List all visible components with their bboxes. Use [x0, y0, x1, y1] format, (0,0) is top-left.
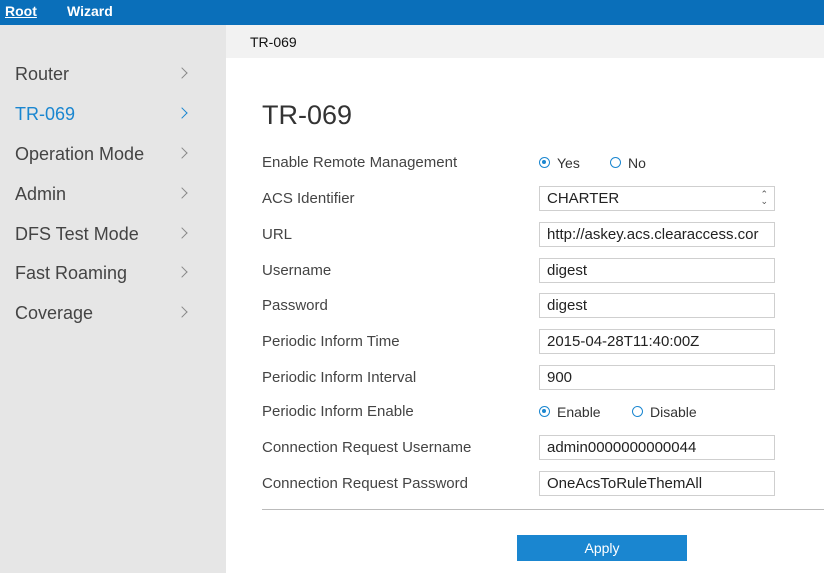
- sidebar-item-label: DFS Test Mode: [15, 224, 139, 244]
- connection-request-username-label: Connection Request Username: [262, 439, 472, 456]
- url-label: URL: [262, 226, 293, 243]
- sidebar-item-coverage[interactable]: Coverage: [0, 294, 226, 334]
- sidebar-item-label: Fast Roaming: [15, 263, 128, 283]
- sidebar-item-dfs-test-mode[interactable]: DFS Test Mode: [0, 215, 226, 255]
- breadcrumb-current: TR-069: [250, 34, 297, 50]
- radio-checked-icon: [539, 157, 550, 168]
- connection-request-username-input[interactable]: admin0000000000044: [539, 435, 775, 460]
- chevron-right-icon: [176, 107, 188, 119]
- acs-identifier-label: ACS Identifier: [262, 190, 355, 207]
- sidebar-item-admin[interactable]: Admin: [0, 175, 226, 215]
- username-input[interactable]: digest: [539, 258, 775, 283]
- radio-label: Disable: [650, 404, 697, 420]
- sidebar-item-label: Admin: [15, 184, 67, 204]
- chevron-right-icon: [176, 187, 188, 199]
- connection-request-password-input[interactable]: OneAcsToRuleThemAll: [539, 471, 775, 496]
- radio-unchecked-icon: [610, 157, 621, 168]
- top-nav-bar: Root Wizard: [0, 0, 824, 25]
- apply-button[interactable]: Apply: [517, 535, 687, 561]
- radio-label: No: [628, 155, 646, 171]
- breadcrumb: TR-069: [226, 25, 824, 58]
- periodic-inform-interval-label: Periodic Inform Interval: [262, 369, 417, 386]
- sidebar-item-label: Router: [15, 64, 70, 84]
- radio-label: Yes: [557, 155, 580, 171]
- url-input[interactable]: http://askey.acs.clearaccess.cor: [539, 222, 775, 247]
- sidebar-item-label: Coverage: [15, 303, 94, 323]
- page-title: TR-069: [262, 100, 353, 130]
- username-label: Username: [262, 262, 332, 279]
- sidebar-item-label: TR-069: [15, 104, 76, 124]
- nav-root-link[interactable]: Root: [5, 3, 37, 19]
- enable-remote-management-label: Enable Remote Management: [262, 154, 458, 171]
- radio-checked-icon: [539, 406, 550, 417]
- periodic-inform-enable-label: Periodic Inform Enable: [262, 403, 414, 420]
- radio-label: Enable: [557, 404, 601, 420]
- periodic-inform-interval-input[interactable]: 900: [539, 365, 775, 390]
- sidebar-item-operation-mode[interactable]: Operation Mode: [0, 135, 226, 175]
- sidebar-item-tr069[interactable]: TR-069: [0, 95, 226, 135]
- periodic-inform-time-input[interactable]: 2015-04-28T11:40:00Z: [539, 329, 775, 354]
- chevron-updown-icon: ⌃ ⌄: [760, 189, 768, 206]
- password-input[interactable]: digest: [539, 293, 775, 318]
- periodic-inform-time-label: Periodic Inform Time: [262, 333, 400, 350]
- radio-unchecked-icon: [632, 406, 643, 417]
- sidebar-item-fast-roaming[interactable]: Fast Roaming: [0, 254, 226, 294]
- chevron-right-icon: [176, 266, 188, 278]
- divider: [262, 509, 824, 510]
- sidebar: Router TR-069 Operation Mode Admin DFS T…: [0, 25, 226, 573]
- acs-identifier-value: CHARTER: [547, 190, 620, 207]
- acs-identifier-select[interactable]: CHARTER ⌃ ⌄: [539, 186, 775, 211]
- sidebar-item-label: Operation Mode: [15, 144, 145, 164]
- password-label: Password: [262, 297, 328, 314]
- sidebar-item-router[interactable]: Router: [0, 55, 226, 95]
- chevron-right-icon: [176, 227, 188, 239]
- chevron-right-icon: [176, 67, 188, 79]
- chevron-right-icon: [176, 147, 188, 159]
- nav-wizard-link[interactable]: Wizard: [67, 3, 113, 19]
- connection-request-password-label: Connection Request Password: [262, 475, 468, 492]
- chevron-right-icon: [176, 306, 188, 318]
